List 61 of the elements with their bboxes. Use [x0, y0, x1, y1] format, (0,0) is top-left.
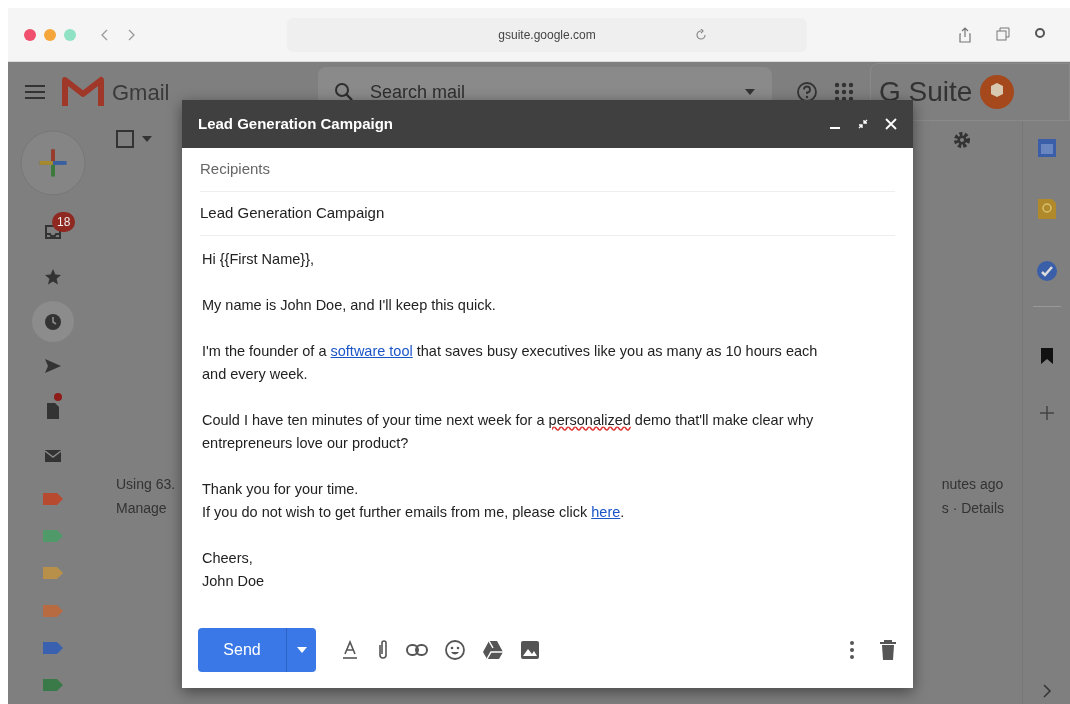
- send-button[interactable]: Send: [198, 628, 286, 672]
- search-placeholder: Search mail: [370, 80, 467, 104]
- apps-icon[interactable]: [834, 82, 854, 102]
- calendar-icon[interactable]: [1036, 138, 1057, 158]
- tabs-icon[interactable]: [996, 26, 1010, 41]
- back-icon[interactable]: [100, 27, 110, 42]
- caret-icon: [296, 647, 307, 653]
- text-line: Could I have ten minutes of your time next week for a personalized demo that'll make clear why: [202, 411, 815, 430]
- settings-icon[interactable]: [952, 130, 972, 150]
- text-line: I'm the founder of a software tool that saves busy executives like you as many as 10 hours each: [202, 342, 819, 361]
- logo-text: Gmail: [112, 78, 170, 107]
- clock-icon: [43, 311, 63, 332]
- keep-icon[interactable]: [1036, 198, 1057, 220]
- trash-icon[interactable]: [879, 639, 897, 661]
- bookmark-icon[interactable]: [1039, 347, 1054, 365]
- text-line: Hi {{First Name}},: [202, 250, 315, 269]
- add-icon[interactable]: [1038, 405, 1055, 421]
- avatar-icon[interactable]: [980, 75, 1015, 109]
- caret-icon[interactable]: [744, 88, 756, 96]
- gmail-logo-icon: [62, 76, 104, 108]
- attachment-icon[interactable]: [376, 639, 390, 661]
- search-icon: [334, 82, 354, 102]
- help-icon[interactable]: [796, 81, 818, 103]
- extension-icon[interactable]: [1034, 26, 1046, 39]
- nav-item[interactable]: 18: [32, 211, 74, 253]
- text-line: Cheers,: [202, 549, 254, 568]
- close-icon[interactable]: [885, 118, 897, 130]
- address-bar[interactable]: gsuite.google.com: [287, 17, 807, 52]
- count-badge: 18: [52, 211, 76, 232]
- text-line: Thank you for your time.: [202, 480, 360, 499]
- text-line: and every week.: [202, 365, 309, 384]
- image-icon[interactable]: [520, 640, 540, 660]
- activity-text: nutes ago: [941, 475, 1004, 494]
- link-icon[interactable]: [406, 643, 428, 657]
- storage-text: Using 63.: [116, 475, 176, 494]
- forward-icon[interactable]: [126, 27, 136, 42]
- text-link[interactable]: software tool: [330, 343, 413, 359]
- text-link[interactable]: here: [591, 504, 621, 520]
- drive-icon[interactable]: [482, 640, 504, 660]
- tasks-icon[interactable]: [1035, 260, 1058, 282]
- menu-icon[interactable]: [24, 84, 46, 100]
- exit-fullscreen-icon[interactable]: [857, 118, 869, 130]
- text-line: My name is John Doe, and I'll keep this quick.: [202, 296, 497, 315]
- url-text: gsuite.google.com: [498, 26, 596, 44]
- text-line: John Doe: [202, 572, 266, 591]
- text-line: If you do not wish to get further emails from me, please click here.: [202, 503, 626, 522]
- emoji-icon[interactable]: [444, 639, 466, 661]
- activity-text: s · Details: [941, 499, 1004, 518]
- caret-icon[interactable]: [142, 136, 152, 142]
- checkbox-icon[interactable]: [116, 130, 134, 148]
- send-options-button[interactable]: [286, 628, 316, 672]
- storage-text: Manage: [116, 499, 168, 518]
- text-line: entrepreneurs love our product?: [202, 434, 410, 453]
- window-control-icon[interactable]: [24, 28, 36, 41]
- nav-item[interactable]: [32, 301, 74, 342]
- reload-icon[interactable]: [695, 28, 707, 41]
- window-control-icon[interactable]: [44, 28, 56, 41]
- share-icon[interactable]: [958, 26, 972, 43]
- text-format-icon[interactable]: [340, 640, 360, 660]
- more-options-icon[interactable]: [849, 640, 855, 660]
- chevron-icon[interactable]: [1041, 684, 1052, 698]
